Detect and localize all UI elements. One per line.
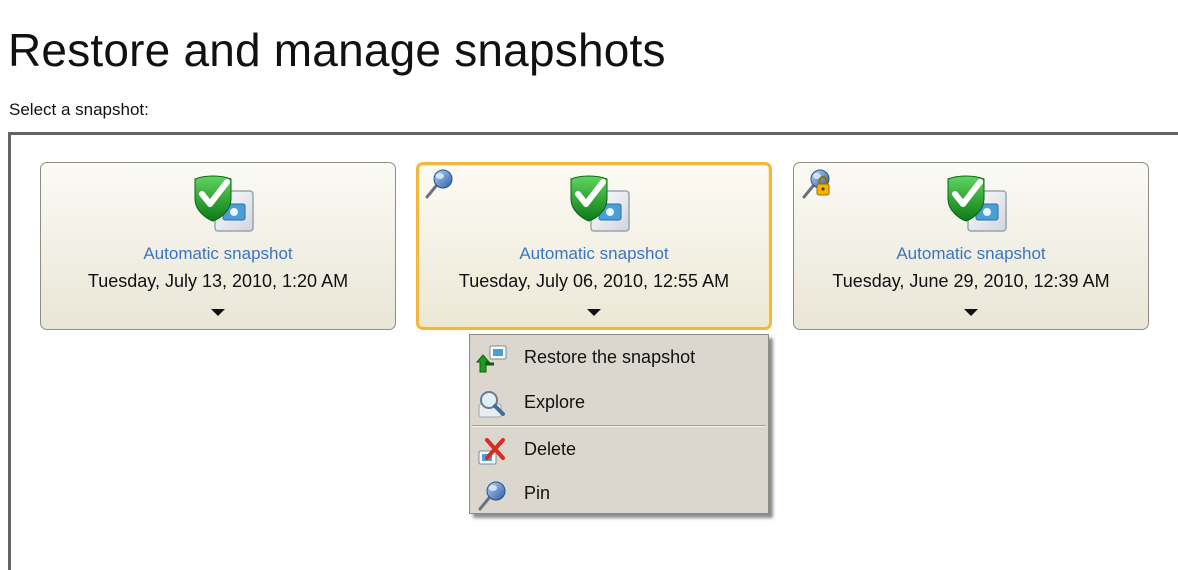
snapshot-card-2[interactable]: Automatic snapshot Tuesday, July 06, 201… <box>416 162 772 330</box>
snapshot-type-label: Automatic snapshot <box>896 244 1046 263</box>
menu-item-restore[interactable]: Restore the snapshot <box>472 337 766 379</box>
snapshot-shield-icon <box>944 171 1010 235</box>
snapshot-manager-page: Restore and manage snapshots Select a sn… <box>0 0 1178 570</box>
page-title: Restore and manage snapshots <box>8 24 666 76</box>
menu-item-label: Pin <box>524 483 551 503</box>
snapshot-context-menu: Restore the snapshot Explore Delete Pin <box>469 334 769 514</box>
snapshot-date: Tuesday, July 06, 2010, 12:55 AM <box>458 271 730 291</box>
snapshot-type-label: Automatic snapshot <box>143 244 293 263</box>
menu-item-delete[interactable]: Delete <box>472 429 766 471</box>
snapshot-shield-icon <box>191 171 257 235</box>
menu-item-label: Explore <box>524 392 586 412</box>
pin-locked-icon <box>800 167 832 199</box>
snapshot-date: Tuesday, June 29, 2010, 12:39 AM <box>832 271 1110 291</box>
snapshot-card-3[interactable]: Automatic snapshot Tuesday, June 29, 201… <box>793 162 1149 330</box>
dropdown-arrow-icon[interactable] <box>211 309 225 316</box>
snapshot-date: Tuesday, July 13, 2010, 1:20 AM <box>87 271 349 291</box>
magnifier-icon <box>478 391 505 418</box>
menu-item-label: Restore the snapshot <box>524 347 696 367</box>
pin-icon <box>476 479 508 511</box>
menu-separator <box>472 425 766 427</box>
menu-item-pin[interactable]: Pin <box>472 473 766 515</box>
delete-icon <box>478 438 505 465</box>
dropdown-arrow-icon[interactable] <box>587 309 601 316</box>
snapshot-type-label: Automatic snapshot <box>519 244 669 263</box>
menu-item-label: Delete <box>524 439 577 459</box>
restore-icon <box>476 345 507 373</box>
select-snapshot-label: Select a snapshot: <box>9 100 149 119</box>
pin-icon <box>423 167 455 199</box>
snapshot-shield-icon <box>567 171 633 235</box>
menu-item-explore[interactable]: Explore <box>472 382 766 424</box>
snapshot-card-1[interactable]: Automatic snapshot Tuesday, July 13, 201… <box>40 162 396 330</box>
dropdown-arrow-icon[interactable] <box>964 309 978 316</box>
